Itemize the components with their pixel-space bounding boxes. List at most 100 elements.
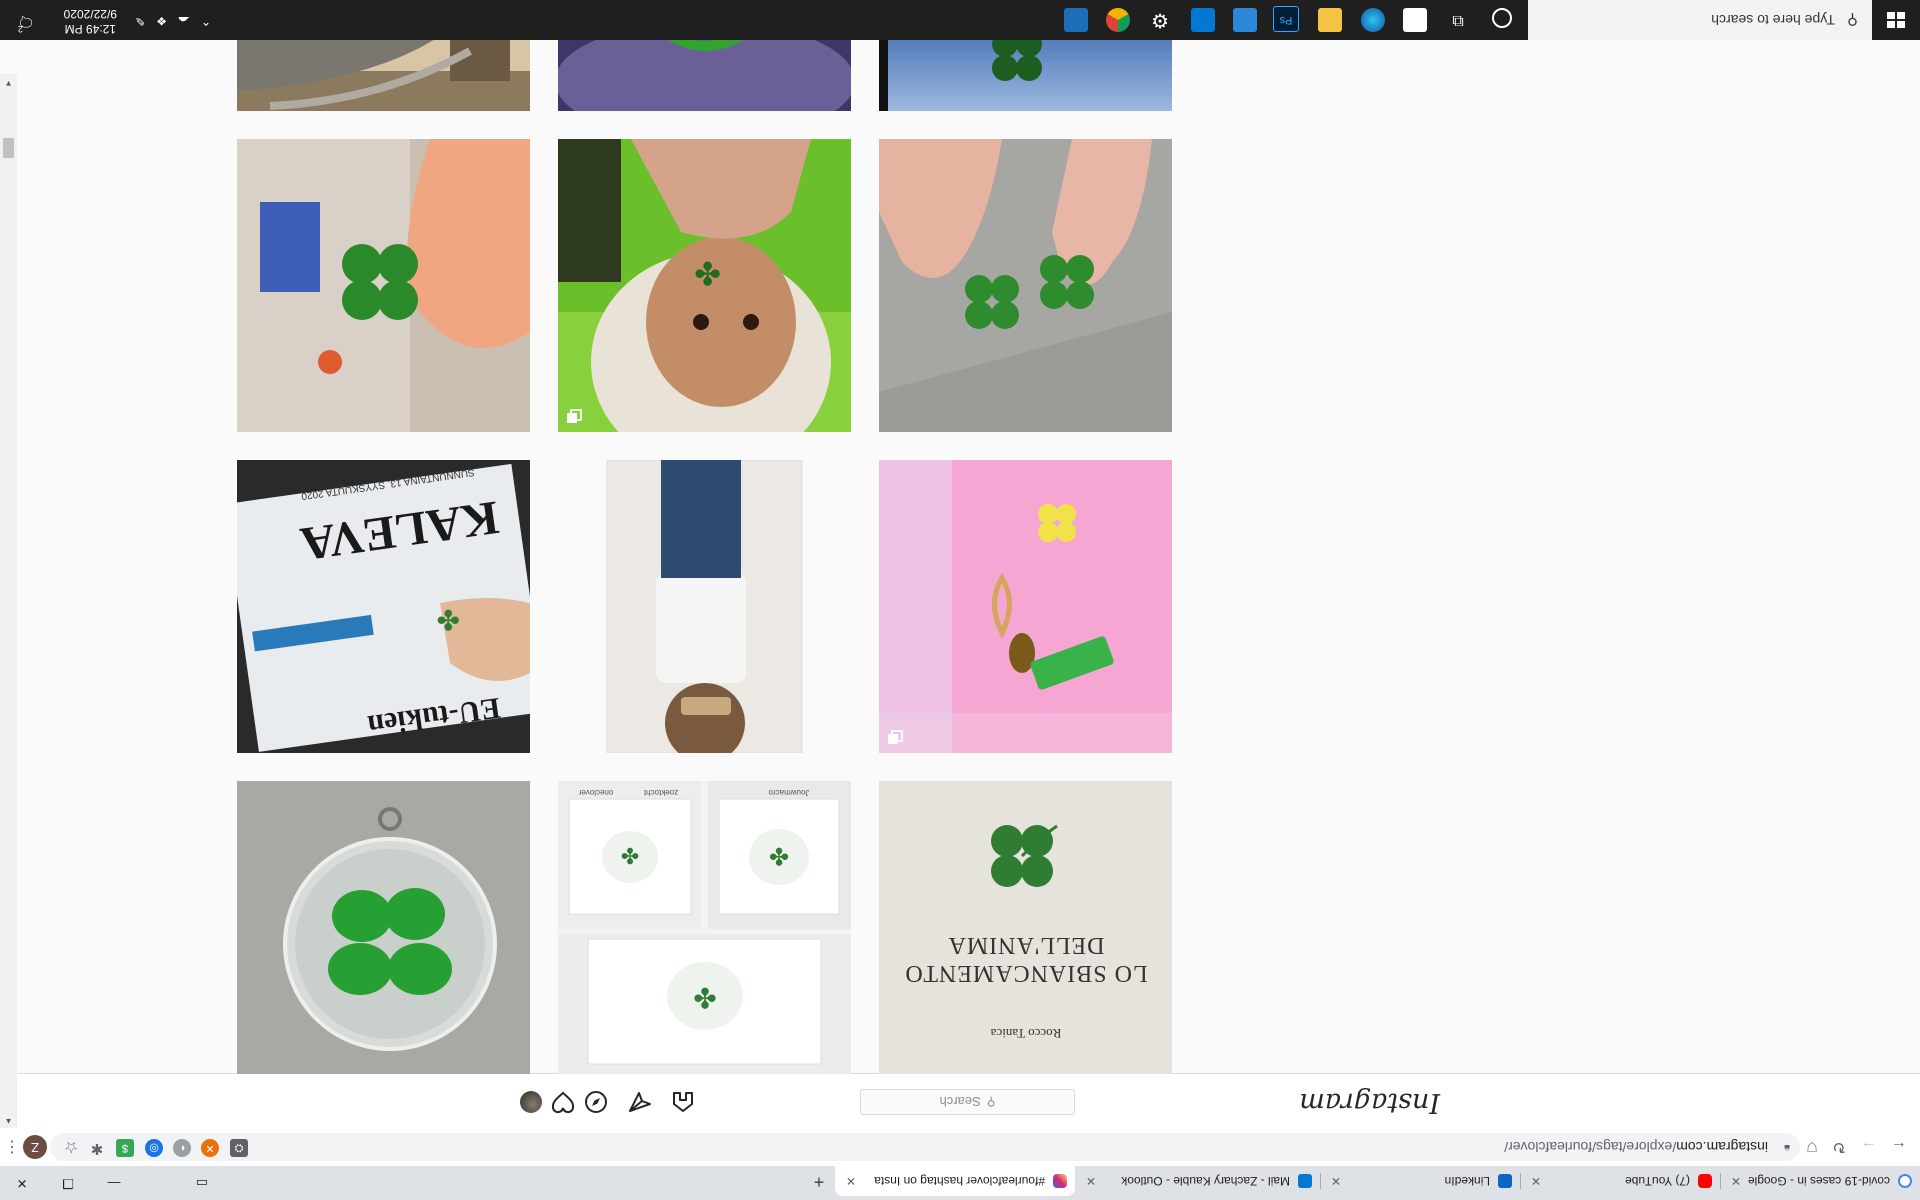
dropbox-icon[interactable]: ❖ — [156, 14, 167, 28]
system-tray: ⌃ ☁ ❖ ✎ 12:49 PM 9/22/2020 🗨︎ 2 — [0, 0, 215, 40]
tab-linkedin[interactable]: LinkedIn ✕ — [1320, 1166, 1520, 1196]
search-icon: ⚲ — [986, 1095, 996, 1109]
url-domain: instagram.com — [1676, 1139, 1768, 1155]
post-child-clover[interactable]: ✤ — [558, 139, 851, 432]
extension-e-icon[interactable]: $ — [116, 1139, 134, 1157]
screen: covid-19 cases in - Google Searc ✕ (7) Y… — [0, 0, 1920, 1200]
chrome-menu-icon[interactable]: ⋮ — [4, 1137, 20, 1157]
pen-icon[interactable]: ✎ — [135, 14, 145, 28]
multiple-photos-icon — [567, 409, 582, 423]
windows-taskbar: ⚲ Type here to search ⧉ Ps ⚙ ⌃ ☁ ❖ ✎ 12:… — [0, 0, 1920, 40]
edge-icon[interactable] — [1361, 8, 1385, 32]
settings-icon[interactable]: ⚙ — [1148, 8, 1172, 32]
post-image — [558, 460, 851, 753]
photo-viewer-icon[interactable] — [1064, 8, 1088, 32]
scroll-down-arrow-icon[interactable]: ▼ — [3, 78, 14, 88]
post-hair-street[interactable] — [237, 29, 530, 111]
close-tab-icon[interactable]: ✕ — [1728, 1174, 1744, 1188]
extensions-puzzle-icon[interactable]: ✱ — [88, 1139, 106, 1157]
windows-search-placeholder: Type here to search — [1711, 12, 1835, 28]
post-clover-keychain[interactable] — [879, 460, 1172, 753]
post-image: KALEVA SUNNUNTAINA 13. SYYSKUUTA 2020 EU… — [237, 460, 530, 753]
activity-heart-icon[interactable] — [551, 1090, 575, 1114]
post-clover-sky[interactable] — [879, 29, 1172, 111]
windows-start-icon[interactable] — [1872, 0, 1920, 40]
onedrive-icon[interactable]: ☁ — [178, 14, 190, 28]
extension-d-icon[interactable]: ◎ — [145, 1139, 163, 1157]
extension-b-icon[interactable]: ✕ — [201, 1139, 219, 1157]
profile-avatar[interactable]: Z — [23, 1135, 47, 1159]
clock[interactable]: 12:49 PM 9/22/2020 — [64, 6, 117, 36]
clock-date: 9/22/2020 — [63, 7, 117, 21]
store-icon[interactable] — [1403, 8, 1427, 32]
outlook-icon[interactable] — [1191, 8, 1215, 32]
svg-text:✤: ✤ — [693, 982, 716, 1013]
post-clover-purple[interactable] — [558, 29, 851, 111]
direct-message-icon[interactable] — [628, 1090, 652, 1114]
close-tab-icon[interactable]: ✕ — [1083, 1174, 1099, 1188]
tab-instagram[interactable]: #fourleafclover hashtag on Insta ✕ — [835, 1166, 1075, 1196]
post-image — [237, 781, 530, 1074]
post-hand-clover[interactable] — [237, 139, 530, 432]
back-icon[interactable]: ← — [1888, 1135, 1910, 1157]
instagram-logo[interactable]: Instagram — [1299, 1087, 1440, 1118]
new-tab-button[interactable]: + — [808, 1170, 830, 1192]
url-path: /explore/tags/fourleafclover/ — [1504, 1139, 1677, 1155]
svg-text:✤: ✤ — [769, 842, 789, 869]
close-tab-icon[interactable]: ✕ — [1328, 1174, 1344, 1188]
bookmark-star-icon[interactable]: ☆ — [64, 1137, 78, 1157]
explore-compass-icon[interactable] — [584, 1090, 608, 1114]
lock-icon[interactable]: 🔒︎ — [1780, 1142, 1790, 1154]
photos-icon[interactable] — [1233, 8, 1257, 32]
google-icon — [1898, 1174, 1912, 1188]
cortana-icon[interactable] — [1492, 8, 1512, 28]
forward-icon[interactable]: → — [1858, 1135, 1880, 1157]
tab-label: covid-19 cases in - Google Searc — [1744, 1174, 1890, 1188]
post-image — [237, 29, 530, 111]
chrome-icon[interactable] — [1106, 8, 1130, 32]
browser-toolbar: ← → ↻ ⛉ 🔒︎ instagram.com/explore/tags/fo… — [0, 1127, 1920, 1166]
post-clover-frames[interactable]: ✤ ✤ ✤ Jouwmacro zoektocht oneclover — [558, 781, 851, 1074]
task-view-icon[interactable]: ⧉ — [1446, 8, 1470, 32]
tab-google-search[interactable]: covid-19 cases in - Google Searc ✕ — [1720, 1166, 1920, 1196]
reload-icon[interactable]: ↻ — [1828, 1135, 1850, 1157]
home-icon[interactable] — [671, 1090, 695, 1114]
scrollbar-thumb[interactable] — [3, 138, 14, 158]
instagram-search-input[interactable]: ⚲ Search — [860, 1089, 1075, 1115]
window-snap-icon[interactable]: ▭ — [184, 1172, 220, 1194]
tab-outlook[interactable]: Mail - Zachary Kauble - Outlook ✕ — [1075, 1166, 1320, 1196]
scroll-up-arrow-icon[interactable]: ▲ — [3, 1116, 14, 1126]
tab-label: #fourleafclover hashtag on Insta — [874, 1174, 1045, 1188]
tab-youtube[interactable]: (7) YouTube ✕ — [1520, 1166, 1720, 1196]
instagram-header: Instagram ⚲ Search — [17, 1073, 1920, 1128]
extension-a-icon[interactable]: ⛭ — [230, 1139, 248, 1157]
photoshop-icon[interactable]: Ps — [1273, 6, 1299, 32]
post-clover-pendant[interactable] — [237, 781, 530, 1074]
book-title-line-1: LO SBIANCAMENTO — [904, 960, 1147, 986]
frame-label-2: zoektocht — [643, 788, 678, 797]
post-mirror-selfie[interactable] — [558, 460, 851, 753]
multiple-photos-icon — [888, 730, 903, 744]
file-explorer-icon[interactable] — [1318, 8, 1342, 32]
windows-search-box[interactable]: ⚲ Type here to search — [1528, 0, 1872, 40]
profile-avatar-icon[interactable] — [520, 1091, 542, 1113]
post-image: ✤ — [558, 139, 851, 432]
close-tab-icon[interactable]: ✕ — [1528, 1174, 1544, 1188]
save-page-icon[interactable]: ⛉ — [1801, 1135, 1823, 1157]
url-text[interactable]: instagram.com/explore/tags/fourleafclove… — [1504, 1139, 1768, 1155]
restore-icon[interactable]: ❐ — [50, 1172, 86, 1194]
post-two-clovers-hands[interactable] — [879, 139, 1172, 432]
post-clover-paper[interactable]: Rocco Tanica LO SBIANCAMENTO DELL'ANIMA — [879, 781, 1172, 1074]
frame-label-3: oneclover — [578, 788, 613, 797]
close-window-icon[interactable]: ✕ — [4, 1172, 40, 1194]
minimize-icon[interactable]: — — [96, 1172, 132, 1194]
chevron-up-icon[interactable]: ⌃ — [201, 14, 211, 28]
extension-c-icon[interactable]: ◐ — [173, 1139, 191, 1157]
post-newspaper-clover[interactable]: KALEVA SUNNUNTAINA 13. SYYSKUUTA 2020 EU… — [237, 460, 530, 753]
close-tab-icon[interactable]: ✕ — [843, 1174, 859, 1188]
page-scrollbar[interactable]: ▲ ▼ — [0, 74, 17, 1128]
post-image: ✤ ✤ ✤ Jouwmacro zoektocht oneclover — [558, 781, 851, 1074]
address-bar[interactable]: 🔒︎ instagram.com/explore/tags/fourleafcl… — [50, 1133, 1800, 1161]
tab-label: Mail - Zachary Kauble - Outlook — [1121, 1174, 1290, 1188]
search-placeholder: Search — [939, 1094, 981, 1110]
